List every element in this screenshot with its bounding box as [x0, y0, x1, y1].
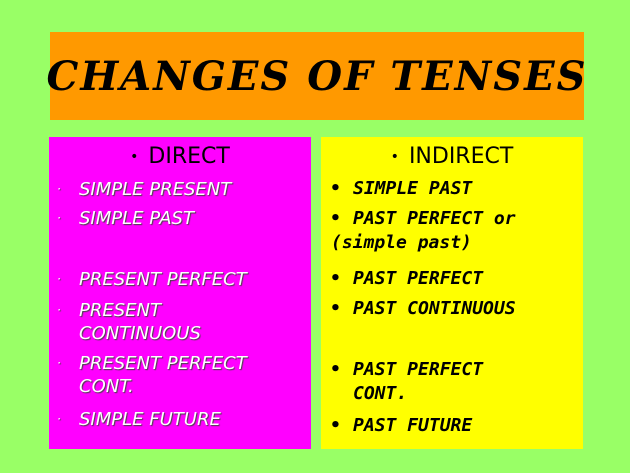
- indirect-item-text: PAST PERFECT: [353, 359, 484, 380]
- indirect-item-text: CONT.: [353, 383, 408, 404]
- bullet-icon: ·: [57, 182, 61, 196]
- direct-item-text: CONTINUOUS: [79, 323, 201, 344]
- direct-item-text: PRESENT PERFECT: [79, 353, 247, 374]
- direct-item: · PRESENT PERFECT CONT.: [49, 352, 311, 398]
- direct-item: · SIMPLE PAST: [49, 207, 311, 230]
- indirect-item-text: SIMPLE PAST: [353, 178, 473, 199]
- direct-item-text: SIMPLE FUTURE: [79, 409, 221, 430]
- direct-item: · SIMPLE PRESENT: [49, 178, 311, 201]
- bullet-icon: •: [330, 178, 341, 199]
- bullet-icon: ·: [57, 303, 61, 317]
- indirect-heading-text: INDIRECT: [408, 144, 514, 169]
- bullet-icon: ·: [57, 272, 61, 286]
- indirect-item-text: (simple past): [331, 232, 472, 253]
- direct-item: · SIMPLE FUTURE: [49, 408, 311, 431]
- indirect-item: • PAST FUTURE: [321, 414, 583, 438]
- indirect-item: • PAST CONTINUOUS: [321, 297, 583, 321]
- direct-item-text: SIMPLE PAST: [79, 208, 194, 229]
- heading-bullet-icon: •: [130, 149, 139, 165]
- slide-title: CHANGES OF TENSES: [46, 52, 588, 100]
- bullet-icon: ·: [57, 356, 61, 370]
- direct-item: · PRESENT CONTINUOUS: [49, 299, 311, 345]
- indirect-item: • PAST PERFECT or (simple past): [321, 207, 583, 255]
- bullet-icon: ·: [57, 412, 61, 426]
- bullet-icon: •: [330, 415, 341, 436]
- bullet-icon: •: [330, 298, 341, 319]
- bullet-icon: •: [330, 359, 341, 380]
- direct-heading-text: DIRECT: [148, 144, 230, 169]
- direct-column: • DIRECT · SIMPLE PRESENT · SIMPLE PAST ·…: [49, 137, 311, 449]
- direct-item: · PRESENT PERFECT: [49, 268, 311, 291]
- indirect-item: • SIMPLE PAST: [321, 177, 583, 201]
- direct-item-text: PRESENT: [79, 300, 161, 321]
- bullet-icon: ·: [57, 211, 61, 225]
- direct-item-text: SIMPLE PRESENT: [79, 179, 232, 200]
- indirect-heading: • INDIRECT: [321, 143, 583, 171]
- indirect-item-text: PAST PERFECT: [353, 268, 484, 289]
- indirect-item: • PAST PERFECT CONT.: [321, 358, 583, 406]
- heading-bullet-icon: •: [390, 149, 399, 165]
- indirect-item-text: PAST PERFECT or: [353, 208, 516, 229]
- title-box: CHANGES OF TENSES: [47, 32, 585, 120]
- bullet-icon: •: [330, 268, 341, 289]
- indirect-column: • INDIRECT • SIMPLE PAST • PAST PERFECT o…: [321, 137, 583, 449]
- direct-item-text: PRESENT PERFECT: [79, 269, 247, 290]
- indirect-item: • PAST PERFECT: [321, 267, 583, 291]
- direct-item-text: CONT.: [79, 376, 134, 397]
- indirect-item-text: PAST FUTURE: [353, 415, 473, 436]
- bullet-icon: •: [330, 208, 341, 229]
- indirect-item-text: PAST CONTINUOUS: [353, 298, 516, 319]
- direct-heading: • DIRECT: [49, 143, 311, 171]
